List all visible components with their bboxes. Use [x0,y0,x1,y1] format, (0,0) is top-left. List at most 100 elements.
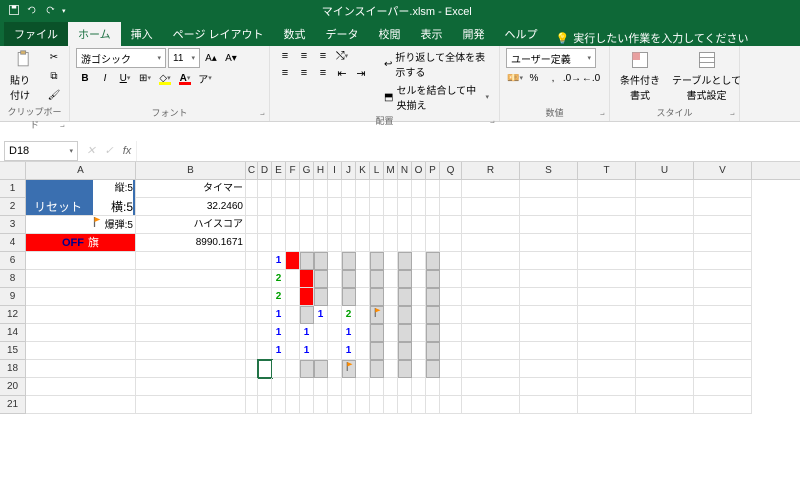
font-name-select[interactable]: 游ゴシック▾ [76,48,166,68]
col-header[interactable]: A [26,162,136,179]
col-header[interactable]: S [520,162,578,179]
save-icon[interactable] [8,4,20,19]
cell[interactable] [694,306,752,324]
cell[interactable] [398,180,412,198]
cell[interactable] [426,198,440,216]
cell[interactable] [258,324,272,342]
cell[interactable] [272,216,286,234]
cell[interactable]: 1 [300,324,314,342]
cell[interactable] [636,198,694,216]
cell[interactable] [636,234,694,252]
cell[interactable] [370,198,384,216]
cell[interactable] [286,198,300,216]
cell[interactable] [384,252,398,270]
cell[interactable] [286,288,300,306]
cell[interactable] [356,288,370,306]
cell[interactable] [286,360,300,378]
cell[interactable] [258,180,272,198]
col-header[interactable]: F [286,162,300,179]
cell[interactable] [462,180,520,198]
row-header[interactable]: 6 [0,252,26,270]
fx-icon[interactable]: fx [118,145,136,157]
cell[interactable] [520,216,578,234]
cell[interactable] [286,216,300,234]
cell[interactable] [694,234,752,252]
cell[interactable] [462,360,520,378]
copy-icon[interactable]: ⧉ [45,67,63,85]
cell[interactable] [328,288,342,306]
row-header[interactable]: 3 [0,216,26,234]
cell[interactable] [384,324,398,342]
cell[interactable] [272,378,286,396]
align-bot-icon[interactable]: ≡ [314,48,332,64]
cell[interactable] [246,378,258,396]
comma-icon[interactable]: , [544,69,562,87]
cell[interactable] [636,288,694,306]
cell[interactable] [412,288,426,306]
cell[interactable] [426,288,440,306]
cell[interactable] [136,378,246,396]
row-header[interactable]: 1 [0,180,26,198]
cell[interactable] [578,396,636,414]
cell[interactable] [520,252,578,270]
cancel-icon[interactable]: ✕ [82,144,100,157]
tab-developer[interactable]: 開発 [453,22,495,46]
cell[interactable] [412,378,426,396]
cell[interactable] [356,378,370,396]
cell[interactable] [356,216,370,234]
cell[interactable] [694,288,752,306]
cell[interactable] [370,324,384,342]
cell[interactable] [258,216,272,234]
cell[interactable] [412,396,426,414]
row-header[interactable]: 4 [0,234,26,252]
cell[interactable] [26,306,136,324]
cell[interactable] [426,180,440,198]
cell[interactable] [694,360,752,378]
cell[interactable] [398,360,412,378]
row-header[interactable]: 12 [0,306,26,324]
grow-font-icon[interactable]: A▴ [202,49,220,67]
cell[interactable] [440,252,462,270]
cell[interactable] [26,396,136,414]
cell[interactable] [694,180,752,198]
cell[interactable] [328,396,342,414]
cell[interactable] [246,216,258,234]
col-header[interactable]: Q [440,162,462,179]
cell[interactable] [26,378,136,396]
cell[interactable] [440,288,462,306]
cell[interactable] [314,180,328,198]
enter-icon[interactable]: ✓ [100,144,118,157]
cell[interactable] [370,360,384,378]
cell[interactable] [636,306,694,324]
cell[interactable] [370,216,384,234]
cell[interactable] [356,360,370,378]
cell[interactable] [578,198,636,216]
cell[interactable] [328,324,342,342]
cell[interactable] [246,396,258,414]
cell[interactable] [578,288,636,306]
cell[interactable] [328,234,342,252]
cell[interactable] [328,306,342,324]
redo-icon[interactable] [44,4,56,19]
cell[interactable]: OFF旗 [26,234,136,252]
cell[interactable] [286,342,300,360]
cell[interactable] [286,324,300,342]
cell[interactable] [520,288,578,306]
cell[interactable] [384,342,398,360]
cell[interactable] [384,198,398,216]
cell[interactable]: 2 [272,270,286,288]
cell[interactable] [398,306,412,324]
name-box[interactable]: D18▾ [4,141,78,161]
cell[interactable] [426,252,440,270]
col-header[interactable]: R [462,162,520,179]
cell[interactable] [398,198,412,216]
accounting-icon[interactable]: 💴▾ [506,69,524,87]
merge-button[interactable]: ⬒セルを結合して中央揃え▾ [380,81,493,113]
orientation-icon[interactable]: ⤭▾ [333,48,351,64]
cell[interactable] [26,324,136,342]
cell[interactable] [328,270,342,288]
cell[interactable] [370,288,384,306]
cell[interactable] [578,324,636,342]
cell[interactable] [136,342,246,360]
cell[interactable] [384,396,398,414]
